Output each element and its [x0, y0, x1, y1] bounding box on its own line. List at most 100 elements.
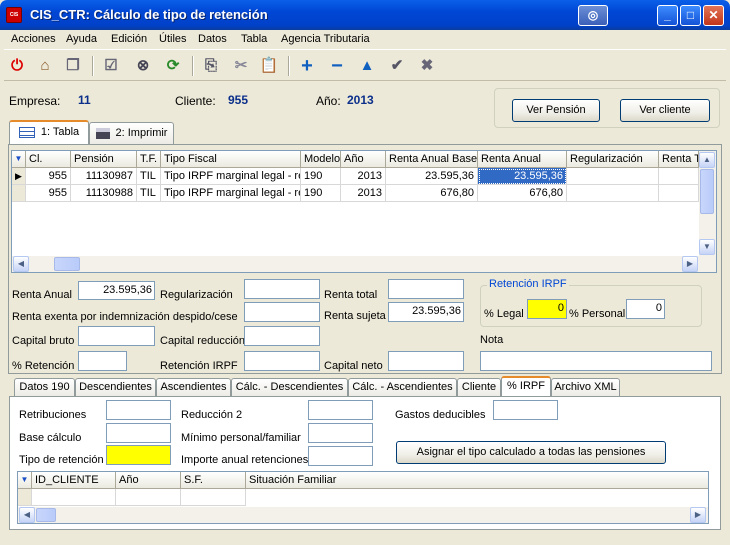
- table-cell[interactable]: TIL: [137, 185, 161, 202]
- renta-anual-field[interactable]: 23.595,36: [78, 281, 155, 300]
- asignar-tipo-button[interactable]: Asignar el tipo calculado a todas las pe…: [396, 441, 666, 464]
- tab-datos-190[interactable]: Datos 190: [14, 378, 75, 396]
- col-header-anio[interactable]: Año: [116, 472, 181, 489]
- table-cell[interactable]: [116, 489, 181, 506]
- menu-tabla[interactable]: Tabla: [241, 33, 267, 45]
- ver-pension-button[interactable]: Ver Pensión: [512, 99, 600, 122]
- renta-sujeta-field[interactable]: 23.595,36: [388, 302, 464, 322]
- row-indicator[interactable]: [12, 185, 26, 202]
- menu-datos[interactable]: Datos: [198, 33, 227, 45]
- ver-cliente-button[interactable]: Ver cliente: [620, 99, 710, 122]
- table-cell[interactable]: 11130987: [71, 168, 137, 185]
- table-cell[interactable]: 955: [26, 168, 71, 185]
- table-cell[interactable]: [181, 489, 246, 506]
- horizontal-scrollbar[interactable]: ◀ ▶: [12, 256, 716, 272]
- retribuciones-field[interactable]: [106, 400, 171, 420]
- cut-icon[interactable]: ✂: [230, 55, 252, 77]
- col-header-id-cliente[interactable]: ID_CLIENTE: [32, 472, 116, 489]
- legal-field[interactable]: 0: [527, 299, 567, 319]
- home-icon[interactable]: ⌂: [34, 55, 56, 77]
- table-cell-selected[interactable]: 23.595,36: [478, 168, 567, 185]
- tab-irpf[interactable]: % IRPF: [501, 376, 551, 396]
- renta-total-field[interactable]: [388, 279, 464, 299]
- table-cell[interactable]: 23.595,36: [386, 168, 478, 185]
- tab-imprimir[interactable]: 2: Imprimir: [89, 122, 174, 144]
- table-cell[interactable]: [32, 489, 116, 506]
- col-header-renta-anual-base[interactable]: Renta Anual Base: [386, 151, 478, 168]
- vertical-scrollbar[interactable]: ▲ ▼: [699, 151, 716, 256]
- copy-icon[interactable]: ⎘: [200, 55, 222, 77]
- table-cell[interactable]: 955: [26, 185, 71, 202]
- cancel-x-icon[interactable]: ✖: [416, 55, 438, 77]
- scroll-up-icon[interactable]: ▲: [699, 152, 715, 168]
- reduccion2-field[interactable]: [308, 400, 373, 420]
- menu-acciones[interactable]: Acciones: [11, 33, 56, 45]
- menu-ayuda[interactable]: Ayuda: [66, 33, 97, 45]
- table-cell[interactable]: TIL: [137, 168, 161, 185]
- base-calculo-field[interactable]: [106, 423, 171, 443]
- add-icon[interactable]: +: [296, 55, 318, 77]
- scroll-down-icon[interactable]: ▼: [699, 239, 715, 255]
- grid-filter-icon[interactable]: ▼: [12, 151, 26, 168]
- horizontal-scrollbar[interactable]: ◀ ▶: [18, 507, 708, 523]
- col-header-modelo[interactable]: Modelo: [301, 151, 341, 168]
- remove-icon[interactable]: −: [326, 55, 348, 77]
- maximize-button[interactable]: □: [680, 5, 701, 26]
- scroll-left-icon[interactable]: ◀: [13, 256, 29, 272]
- windows-icon[interactable]: ❐: [62, 55, 84, 77]
- table-cell[interactable]: 676,80: [386, 185, 478, 202]
- delete-disk-icon[interactable]: ⊗: [132, 55, 154, 77]
- scroll-left-icon[interactable]: ◀: [19, 507, 35, 523]
- table-cell[interactable]: 676,80: [478, 185, 567, 202]
- table-cell[interactable]: Tipo IRPF marginal legal - rend.: [161, 168, 301, 185]
- importe-field[interactable]: [308, 446, 373, 466]
- row-indicator[interactable]: [18, 489, 32, 506]
- table-cell[interactable]: [567, 168, 659, 185]
- table-cell[interactable]: [659, 168, 699, 185]
- table-cell[interactable]: [659, 185, 699, 202]
- table-cell[interactable]: 11130988: [71, 185, 137, 202]
- close-button[interactable]: ✕: [703, 5, 724, 26]
- renta-exenta-field[interactable]: [244, 302, 320, 322]
- power-icon[interactable]: ⏻: [6, 55, 28, 77]
- col-header-anio[interactable]: Año: [341, 151, 386, 168]
- nota-field[interactable]: [480, 351, 712, 371]
- situacion-familiar-grid[interactable]: ▼ ID_CLIENTE Año S.F. Situación Familiar…: [17, 471, 709, 524]
- table-cell[interactable]: 2013: [341, 185, 386, 202]
- menu-utiles[interactable]: Útiles: [159, 33, 187, 45]
- col-header-cl[interactable]: Cl.: [26, 151, 71, 168]
- scroll-right-icon[interactable]: ▶: [682, 256, 698, 272]
- scroll-thumb[interactable]: [36, 508, 56, 522]
- col-header-tipo-fiscal[interactable]: Tipo Fiscal: [161, 151, 301, 168]
- col-header-renta-t[interactable]: Renta T: [659, 151, 699, 168]
- table-cell[interactable]: 190: [301, 168, 341, 185]
- col-header-pension[interactable]: Pensión: [71, 151, 137, 168]
- minimo-field[interactable]: [308, 423, 373, 443]
- gastos-field[interactable]: [493, 400, 558, 420]
- minimize-button[interactable]: _: [657, 5, 678, 26]
- tipo-retencion-field[interactable]: [106, 445, 171, 465]
- tab-archivo-xml[interactable]: Archivo XML: [551, 378, 620, 396]
- capital-reduccion-field[interactable]: [244, 326, 320, 346]
- table-cell[interactable]: 190: [301, 185, 341, 202]
- scroll-right-icon[interactable]: ▶: [690, 507, 706, 523]
- retencion-field[interactable]: [78, 351, 127, 371]
- capital-bruto-field[interactable]: [78, 326, 155, 346]
- grid-filter-icon[interactable]: ▼: [18, 472, 32, 489]
- tab-cliente[interactable]: Cliente: [457, 378, 501, 396]
- table-cell[interactable]: [567, 185, 659, 202]
- col-header-sf[interactable]: S.F.: [181, 472, 246, 489]
- personal-field[interactable]: 0: [626, 299, 665, 319]
- paste-icon[interactable]: 📋: [258, 55, 280, 77]
- tab-ascendientes[interactable]: Ascendientes: [156, 378, 231, 396]
- tab-descendientes[interactable]: Descendientes: [75, 378, 156, 396]
- menu-edicion[interactable]: Edición: [111, 33, 147, 45]
- up-triangle-icon[interactable]: ▲: [356, 55, 378, 77]
- tab-tabla[interactable]: 1: Tabla: [9, 120, 89, 144]
- col-header-situacion-familiar[interactable]: Situación Familiar: [246, 472, 708, 489]
- pensions-grid[interactable]: ▼ Cl. Pensión T.F. Tipo Fiscal Modelo Añ…: [11, 150, 717, 273]
- refresh-icon[interactable]: ⟳: [162, 55, 184, 77]
- table-cell[interactable]: Tipo IRPF marginal legal - rend.: [161, 185, 301, 202]
- row-indicator-icon[interactable]: ▶: [12, 168, 26, 185]
- menu-agencia-tributaria[interactable]: Agencia Tributaria: [281, 33, 370, 45]
